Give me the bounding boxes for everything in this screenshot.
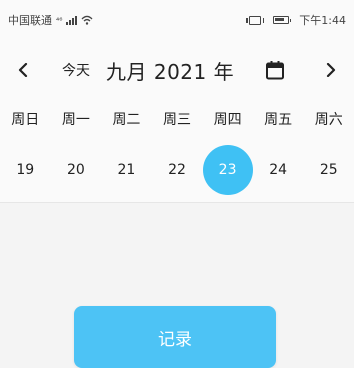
- date-label: 25: [319, 162, 338, 178]
- vibrate-icon: [246, 15, 265, 25]
- calendar-icon[interactable]: [264, 59, 286, 81]
- weekday-label: 周三: [163, 112, 192, 128]
- carrier-label: 中国联通: [8, 14, 52, 27]
- date-label: 20: [66, 162, 85, 178]
- weekday-label: 周五: [264, 112, 293, 128]
- signal-icon: [66, 15, 78, 25]
- date-cell[interactable]: 20: [51, 138, 102, 202]
- status-bar-right: 下午1:44: [246, 12, 346, 28]
- chevron-left-icon[interactable]: [14, 61, 32, 79]
- today-button[interactable]: 今天: [62, 60, 90, 80]
- date-cell[interactable]: 19: [0, 138, 51, 202]
- weekday-label: 周四: [213, 112, 242, 128]
- date-label: 22: [168, 162, 186, 178]
- clock: 下午1:44: [299, 14, 346, 27]
- record-button[interactable]: 记录: [74, 306, 276, 368]
- weekday-label: 周二: [112, 112, 141, 128]
- weekday-label: 周日: [11, 112, 40, 128]
- chevron-right-icon[interactable]: [322, 61, 340, 79]
- date-cell-selected[interactable]: 23: [202, 138, 253, 202]
- date-cell[interactable]: 21: [101, 138, 152, 202]
- battery-icon: [273, 16, 292, 24]
- date-label: 23: [202, 145, 253, 195]
- month-title: 九月 2021 年: [106, 59, 235, 84]
- status-bar-left: 中国联通 ⁴⁶: [8, 12, 93, 28]
- date-label: 24: [269, 162, 288, 178]
- date-cell[interactable]: 25: [303, 138, 354, 202]
- date-row: 19 20 21 22 23 24 25: [0, 138, 354, 203]
- date-label: 21: [117, 162, 136, 178]
- weekday-row: 周日 周一 周二 周三 周四 周五 周六: [0, 100, 354, 138]
- weekday-label: 周一: [61, 112, 90, 128]
- network-type: ⁴⁶: [56, 15, 63, 25]
- status-bar: 中国联通 ⁴⁶ 下午1:44: [0, 0, 354, 40]
- wifi-icon: [81, 15, 93, 25]
- calendar-header: 今天 九月 2021 年: [0, 40, 354, 100]
- date-cell[interactable]: 22: [152, 138, 203, 202]
- date-cell[interactable]: 24: [253, 138, 304, 202]
- date-label: 19: [16, 162, 35, 178]
- weekday-label: 周六: [314, 112, 343, 128]
